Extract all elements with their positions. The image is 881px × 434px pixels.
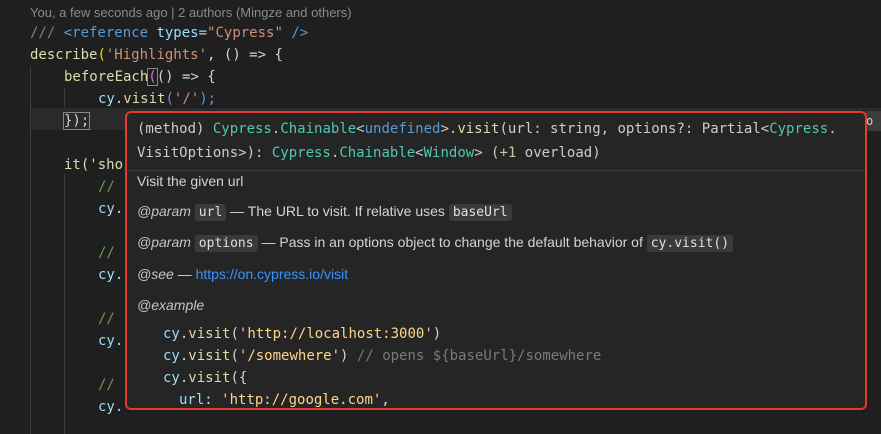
see-link[interactable]: https://on.cypress.io/visit (196, 266, 349, 282)
code-line-3: beforeEach(() => { (64, 68, 216, 86)
code-line-1: /// <reference types="Cypress" /> (30, 25, 309, 41)
code-cy: cy. (98, 399, 124, 415)
code-line-it: it('sho (64, 157, 124, 173)
code-comment: // (98, 311, 115, 327)
codelens-blame[interactable]: You, a few seconds ago | 2 authors (Ming… (30, 5, 352, 20)
code-comment: // (98, 245, 115, 261)
doc-see: @see — https://on.cypress.io/visit (137, 266, 349, 282)
indent-guide (64, 174, 65, 434)
example-line-2: cy.visit('/somewhere') // opens ${baseUr… (163, 348, 602, 364)
example-line-4: url: 'http://google.com', (179, 392, 390, 408)
method-signature: (method) Cypress.Chainable<undefined>.vi… (137, 121, 837, 161)
doc-summary: Visit the given url (137, 173, 244, 189)
code-cy: cy. (98, 267, 124, 283)
example-line-3: cy.visit({ (163, 370, 248, 386)
code-comment: // (98, 179, 115, 195)
tooltip-separator (127, 170, 865, 171)
code-cy: cy. (98, 333, 124, 349)
example-line-1: cy.visit('http://localhost:3000') (163, 326, 442, 342)
indent-guide (30, 66, 31, 434)
code-line-4: cy.visit('/'); (98, 91, 217, 107)
doc-example-tag: @example (137, 297, 205, 313)
code-line-5: }); (62, 112, 91, 130)
code-line-2: describe('Highlights', () => { (30, 47, 283, 63)
inline-hint-fragment: o (866, 111, 881, 131)
hover-tooltip[interactable]: (method) Cypress.Chainable<undefined>.vi… (125, 111, 867, 410)
doc-param-url: @param url — The URL to visit. If relati… (137, 203, 512, 221)
code-comment: // (98, 377, 115, 393)
code-cy: cy. (98, 201, 124, 217)
doc-param-options: @param options — Pass in an options obje… (137, 234, 734, 252)
indent-guide (64, 88, 65, 108)
